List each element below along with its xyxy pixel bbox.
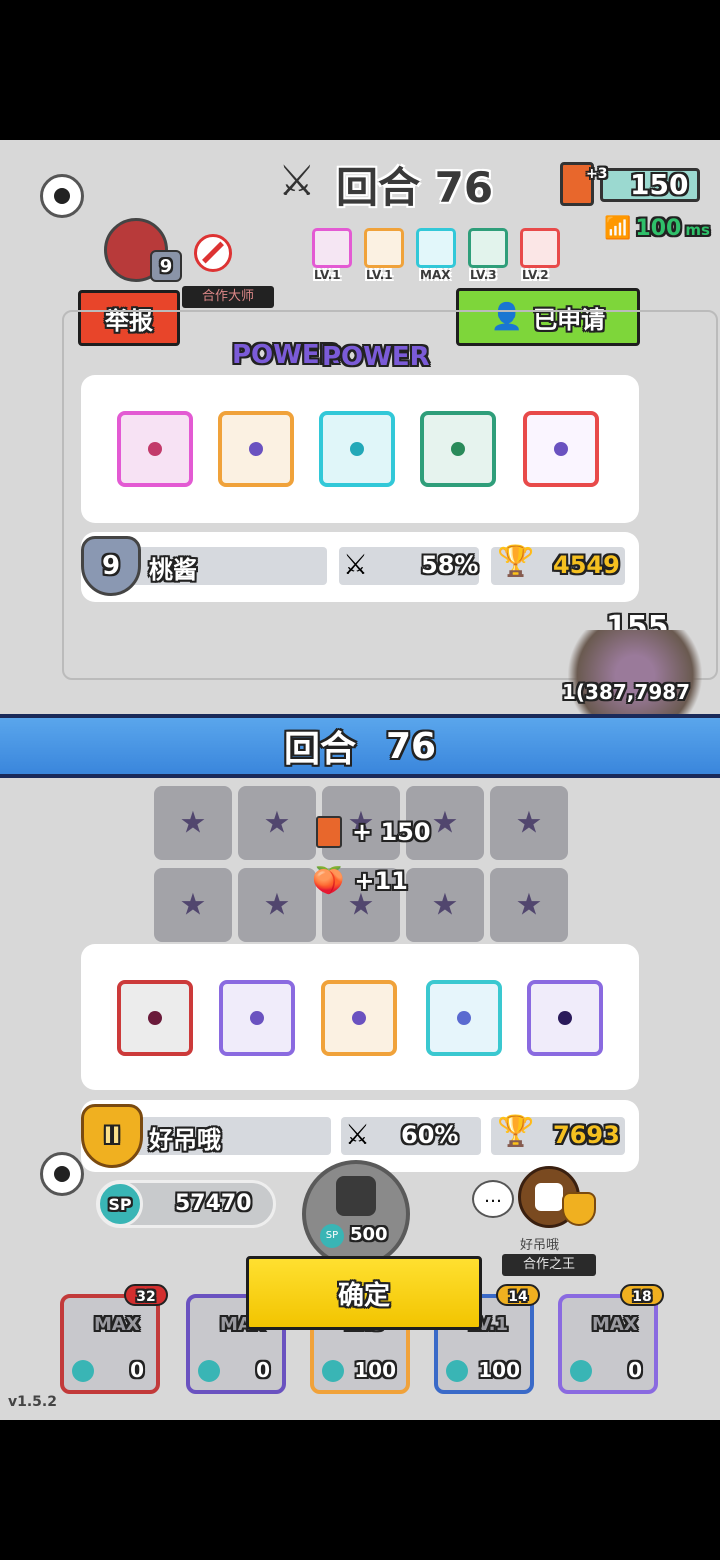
player-rank-badge-icon [562,1192,596,1226]
player-name-box [111,1117,331,1155]
player-spiral-icon[interactable] [40,1152,84,1196]
opponent-level-badge: 9 [150,250,182,282]
wifi-icon: 📶 [604,216,632,241]
trophy-icon: 🏆 [497,544,535,579]
settings-spiral-icon[interactable] [40,174,84,218]
cards-counter: +3 150 [560,162,700,206]
player-dice-3 [321,980,397,1056]
board-dice: ★ [238,786,316,860]
sp-icon: SP [97,1181,143,1227]
peach-icon: 🍑 [312,866,345,896]
bottom-deck-slot-1[interactable]: MAX 0 [60,1294,160,1394]
opponent-dice-4 [420,411,496,487]
player-avatar-name: 好吊哦 [520,1238,560,1253]
deck-badge: 18 [620,1284,664,1306]
block-icon[interactable] [194,234,232,272]
player-dice-5 [527,980,603,1056]
opponent-dice-5 [523,411,599,487]
opponent-deck-mini: LV.1 LV.1 MAX LV.3 LV.2 [312,228,562,288]
version-label: v1.5.2 [8,1394,57,1410]
player-deck-panel [81,944,639,1090]
crossed-swords-icon: ⚔ [343,548,369,581]
opponent-name: 桃酱 [149,556,197,584]
player-winrate: 60% [401,1121,459,1149]
player-rank-shield-icon: II [81,1104,143,1168]
boss-monster [550,630,720,720]
bottom-deck-slot-5[interactable]: MAX 0 [558,1294,658,1394]
power-label-2: POWER [322,342,430,372]
opponent-stats-panel: 9 桃酱 ⚔ 58% 🏆 4549 [81,532,639,602]
player-dice-4 [426,980,502,1056]
deck-badge: 32 [124,1284,168,1306]
sp-icon [322,1360,344,1382]
board-dice: ★ [238,868,316,942]
chat-button[interactable]: … [472,1180,514,1218]
opponent-deck-panel [81,375,639,523]
confirm-button[interactable]: 确定 [246,1256,482,1330]
opponent-name-box [111,547,327,585]
player-name: 好吊哦 [149,1126,221,1154]
crossed-swords-icon: ⚔ [345,1118,371,1151]
player-title: 合作之王 [502,1254,596,1276]
cards-count: 150 [630,168,689,201]
round-title: 回合 76 [336,163,494,212]
sp-icon: SP [320,1224,344,1248]
opponent-rank-shield-icon: 9 [81,536,141,596]
cards-badge: +3 [586,166,608,182]
opponent-dice-2 [218,411,294,487]
game-screen: ⚔ 回合 76 +3 150 📶 100 ms 9 合作大师 LV.1 LV.1… [0,140,720,1420]
sp-icon [570,1360,592,1382]
opponent-trophies: 4549 [553,551,620,579]
sp-icon [72,1360,94,1382]
opponent-dice-1 [117,411,193,487]
spawn-cost: 500 [350,1224,388,1245]
trophy-icon: 🏆 [497,1114,535,1149]
player-dice-2 [219,980,295,1056]
boss-hp: 1(387,7987 [562,680,691,704]
dice-icon [336,1176,376,1216]
sp-bar: SP 57470 [96,1180,276,1228]
spawn-dice-button[interactable]: SP 500 [302,1160,410,1268]
deck-badge: 14 [496,1284,540,1306]
board-dice: ★ [490,868,568,942]
player-trophies: 7693 [553,1121,620,1149]
opponent-dice-3 [319,411,395,487]
board-dice: ★ [490,786,568,860]
board-dice: ★ [154,868,232,942]
round-banner: 回合 76 [0,714,720,778]
board-dice: ★ [406,868,484,942]
ping-indicator: 📶 100 ms [604,216,710,241]
sp-icon [446,1360,468,1382]
sp-icon [198,1360,220,1382]
dragon-emblem-icon: ⚔ [278,156,316,205]
player-dice-1 [117,980,193,1056]
board-dice: ★ [154,786,232,860]
reward-cards: + 150 [316,816,431,848]
opponent-title: 合作大师 [182,286,274,308]
sp-value: 57470 [175,1191,252,1216]
card-icon [316,816,342,848]
reward-peach: 🍑 +11 [312,866,408,896]
opponent-winrate: 58% [421,551,479,579]
